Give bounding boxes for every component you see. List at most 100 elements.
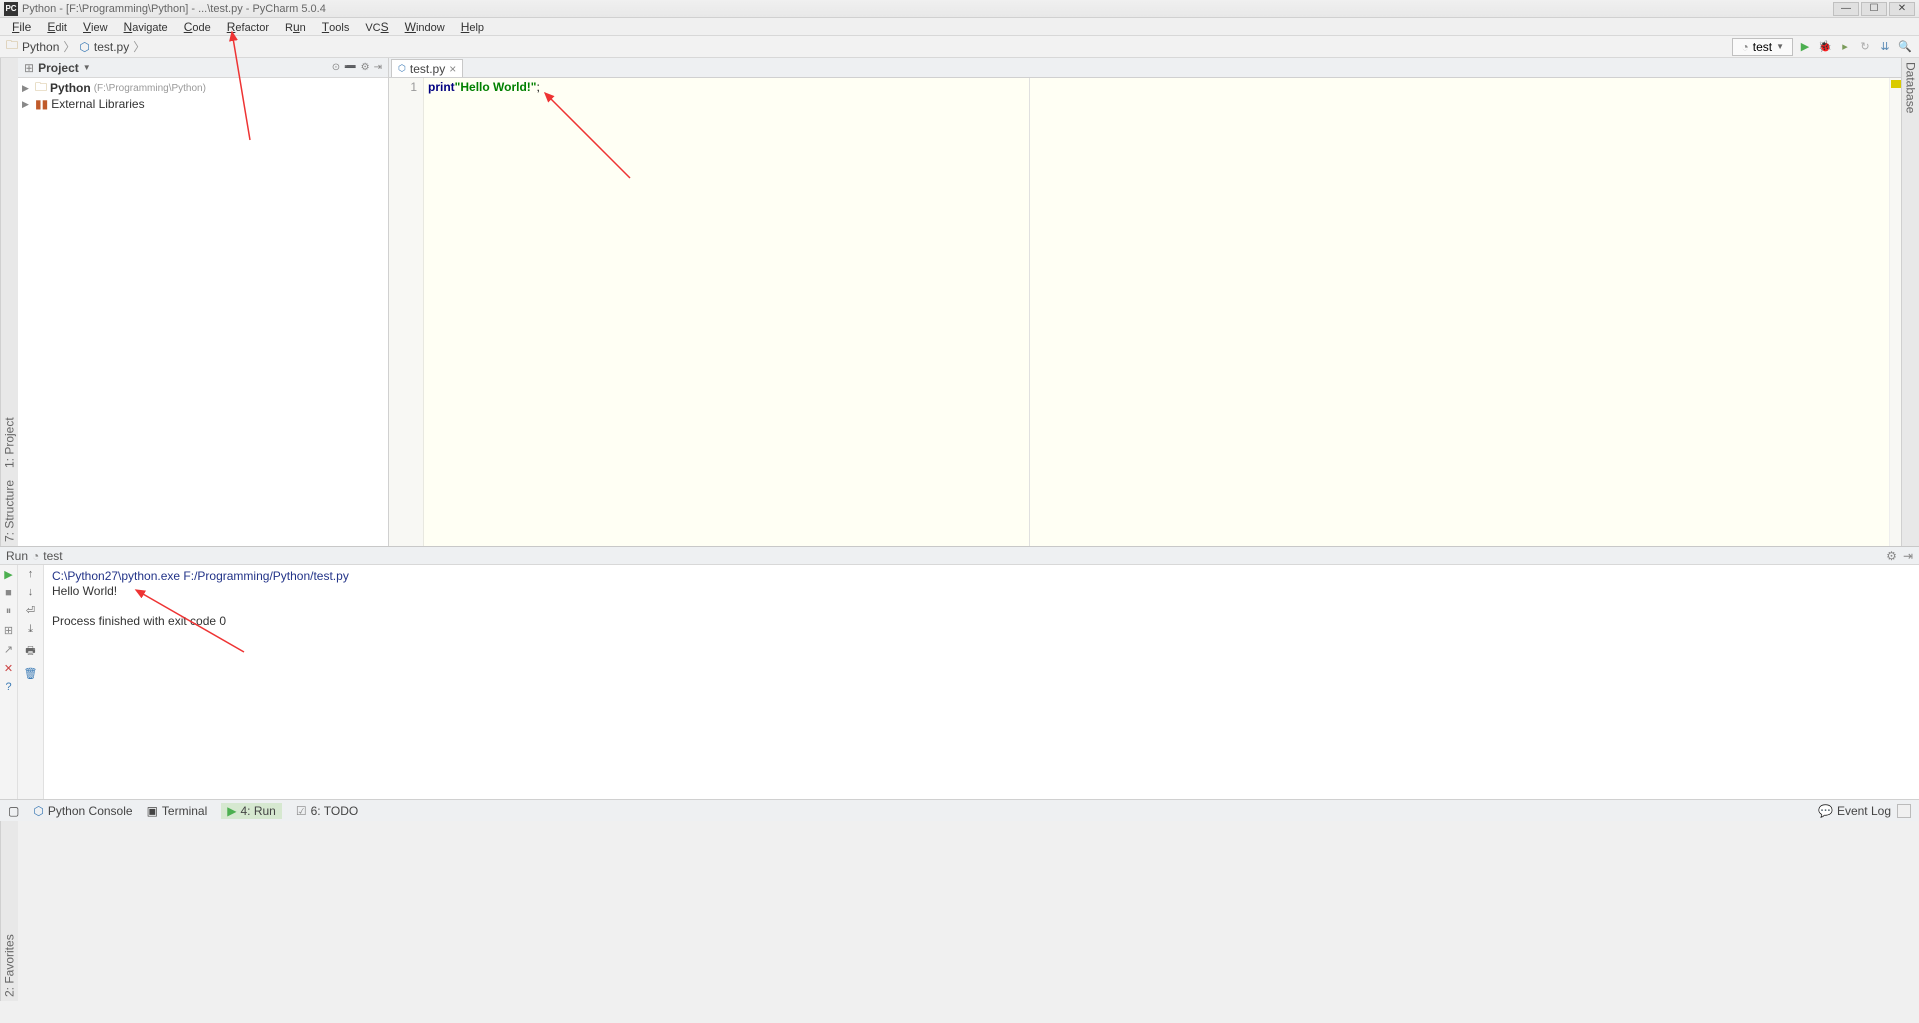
todo-icon: ☑ — [296, 804, 307, 818]
run-output[interactable]: C:\Python27\python.exe F:/Programming/Py… — [44, 565, 1919, 799]
gear-icon[interactable]: ⚙ — [1886, 549, 1897, 563]
window-title: Python - [F:\Programming\Python] - ...\t… — [22, 3, 326, 15]
stripe-structure[interactable]: 7: Structure — [3, 480, 17, 542]
run-output-actions-column: ↑ ↓ ⏎ ⤓ 🖶 🗑 — [18, 565, 44, 799]
update-project-button[interactable]: ⇊ — [1877, 39, 1893, 55]
tree-root[interactable]: ▶ 🗀 Python (F:\Programming\Python) — [22, 80, 384, 96]
status-indicator[interactable] — [1897, 804, 1911, 818]
hide-icon[interactable]: ⇥ — [1903, 549, 1913, 563]
debug-button[interactable]: 🐞 — [1817, 39, 1833, 55]
library-icon: ▮▮ — [35, 97, 48, 111]
project-tree[interactable]: ▶ 🗀 Python (F:\Programming\Python) ▶ ▮▮ … — [18, 78, 388, 546]
terminal-icon: ▣ — [147, 804, 158, 818]
menu-window[interactable]: Window — [397, 20, 453, 34]
tree-root-path: (F:\Programming\Python) — [94, 83, 206, 94]
status-todo[interactable]: ☑ 6: TODO — [296, 804, 358, 818]
down-arrow-icon[interactable]: ↓ — [28, 586, 34, 598]
scroll-from-source-icon[interactable]: ⊙ — [332, 62, 340, 73]
editor-body[interactable]: 1 print"Hello World!"; — [389, 78, 1901, 546]
project-view-icon: ⊞ — [24, 61, 34, 75]
close-icon[interactable]: ✕ — [4, 662, 13, 675]
menu-navigate[interactable]: Navigate — [116, 20, 176, 34]
chevron-down-icon: ▼ — [1776, 42, 1784, 51]
menu-refactor[interactable]: Refactor — [219, 20, 277, 34]
tree-root-name: Python — [50, 81, 91, 95]
minimize-button[interactable]: — — [1833, 2, 1859, 16]
output-finished-line: Process finished with exit code 0 — [52, 614, 1911, 629]
menu-run[interactable]: Run — [277, 20, 314, 34]
chevron-right-icon: 〉 — [133, 38, 145, 55]
print-icon[interactable]: 🖶 — [25, 642, 35, 661]
editor-tab-label: test.py — [410, 62, 445, 76]
editor-gutter: 1 — [389, 78, 424, 546]
title-bar: PC Python - [F:\Programming\Python] - ..… — [0, 0, 1919, 18]
status-show-windows[interactable]: ▢ — [8, 804, 19, 818]
config-icon: ◔ — [1741, 40, 1748, 54]
project-panel-title: Project — [38, 61, 79, 75]
left-tool-stripe: 7: Structure 1: Project — [0, 58, 18, 546]
status-event-log[interactable]: 💬 Event Log — [1818, 804, 1891, 818]
close-tab-icon[interactable]: × — [449, 62, 456, 76]
menu-code[interactable]: Code — [176, 20, 219, 34]
restore-layout-icon[interactable]: ↗ — [4, 643, 13, 656]
collapse-all-icon[interactable]: ➖ — [344, 62, 356, 73]
soft-wrap-icon[interactable]: ⏎ — [26, 604, 35, 617]
maximize-button[interactable]: ☐ — [1861, 2, 1887, 16]
gear-icon[interactable]: ⚙ — [361, 62, 370, 73]
scroll-to-end-icon[interactable]: ⤓ — [28, 623, 33, 636]
run-with-coverage-button[interactable]: ▸ — [1837, 39, 1853, 55]
left-bottom-stripe: 2: Favorites — [0, 821, 18, 1001]
stripe-favorites[interactable]: 2: Favorites — [3, 934, 17, 997]
run-button[interactable]: ▶ — [1797, 39, 1813, 55]
code-text-area[interactable]: print"Hello World!"; — [424, 78, 1889, 546]
status-bar: ▢ ⬡ Python Console ▣ Terminal ▶ 4: Run ☑… — [0, 799, 1919, 821]
pause-icon[interactable]: ⏸ — [6, 605, 12, 618]
search-everywhere-button[interactable]: 🔍 — [1897, 39, 1913, 55]
stripe-project[interactable]: 1: Project — [3, 417, 17, 468]
run-config-selector[interactable]: ◔ test ▼ — [1732, 38, 1793, 56]
folder-icon: 🗀 — [35, 78, 47, 99]
tree-external-libs[interactable]: ▶ ▮▮ External Libraries — [22, 96, 384, 112]
menu-edit[interactable]: Edit — [39, 20, 75, 34]
status-python-console[interactable]: ⬡ Python Console — [33, 804, 132, 818]
menu-file[interactable]: File — [4, 20, 39, 34]
hide-icon[interactable]: ⇥ — [374, 62, 382, 73]
warning-marker[interactable] — [1891, 80, 1901, 88]
stop-button[interactable]: ↻ — [1857, 39, 1873, 55]
breadcrumb-file[interactable]: test.py — [94, 40, 129, 54]
chevron-right-icon: 〉 — [63, 38, 75, 55]
menu-vcs[interactable]: VCS — [357, 20, 396, 34]
editor-marker-strip[interactable] — [1889, 78, 1901, 546]
menu-help[interactable]: Help — [453, 20, 492, 34]
menu-tools[interactable]: Tools — [314, 20, 358, 34]
status-terminal[interactable]: ▣ Terminal — [147, 804, 208, 818]
clear-all-icon[interactable]: 🗑 — [24, 667, 38, 680]
right-tool-stripe: Database — [1901, 58, 1919, 546]
run-panel-config-name: test — [43, 549, 62, 563]
output-line: Hello World! — [52, 584, 1911, 599]
caret-right-icon[interactable]: ▶ — [22, 99, 32, 110]
breadcrumb-root[interactable]: Python — [22, 40, 59, 54]
menu-bar: File Edit View Navigate Code Refactor Ru… — [0, 18, 1919, 36]
navigation-toolbar: 🗀 Python 〉 ⬡ test.py 〉 ◔ test ▼ ▶ 🐞 ▸ ↻ … — [0, 36, 1919, 58]
editor-tab[interactable]: ⬡ test.py × — [391, 59, 463, 77]
run-icon: ▶ — [227, 804, 236, 818]
run-tool-window: Run ◔ test ⚙ ⇥ ▶ ■ ⏸ ⊞ ↗ ✕ ? ↑ ↓ ⏎ ⤓ 🖶 🗑… — [0, 546, 1919, 799]
dump-threads-icon[interactable]: ⊞ — [4, 624, 13, 637]
up-arrow-icon[interactable]: ↑ — [28, 568, 34, 580]
menu-view[interactable]: View — [75, 20, 116, 34]
chevron-down-icon[interactable]: ▼ — [83, 63, 91, 72]
tree-external-libs-label: External Libraries — [51, 97, 144, 111]
run-config-label: test — [1753, 40, 1772, 54]
rerun-icon[interactable]: ▶ — [4, 568, 12, 581]
close-button[interactable]: ✕ — [1889, 2, 1915, 16]
stripe-database[interactable]: Database — [1904, 62, 1918, 113]
code-line: print"Hello World!"; — [428, 80, 1885, 94]
stop-icon[interactable]: ■ — [5, 587, 12, 599]
code-string: "Hello World!" — [455, 80, 537, 94]
project-tool-window: ⊞ Project ▼ ⊙ ➖ ⚙ ⇥ ▶ 🗀 Python (F:\Progr… — [18, 58, 389, 546]
status-run[interactable]: ▶ 4: Run — [221, 803, 282, 819]
help-icon[interactable]: ? — [5, 681, 11, 693]
caret-right-icon[interactable]: ▶ — [22, 83, 32, 94]
python-file-icon: ⬡ — [398, 63, 406, 74]
